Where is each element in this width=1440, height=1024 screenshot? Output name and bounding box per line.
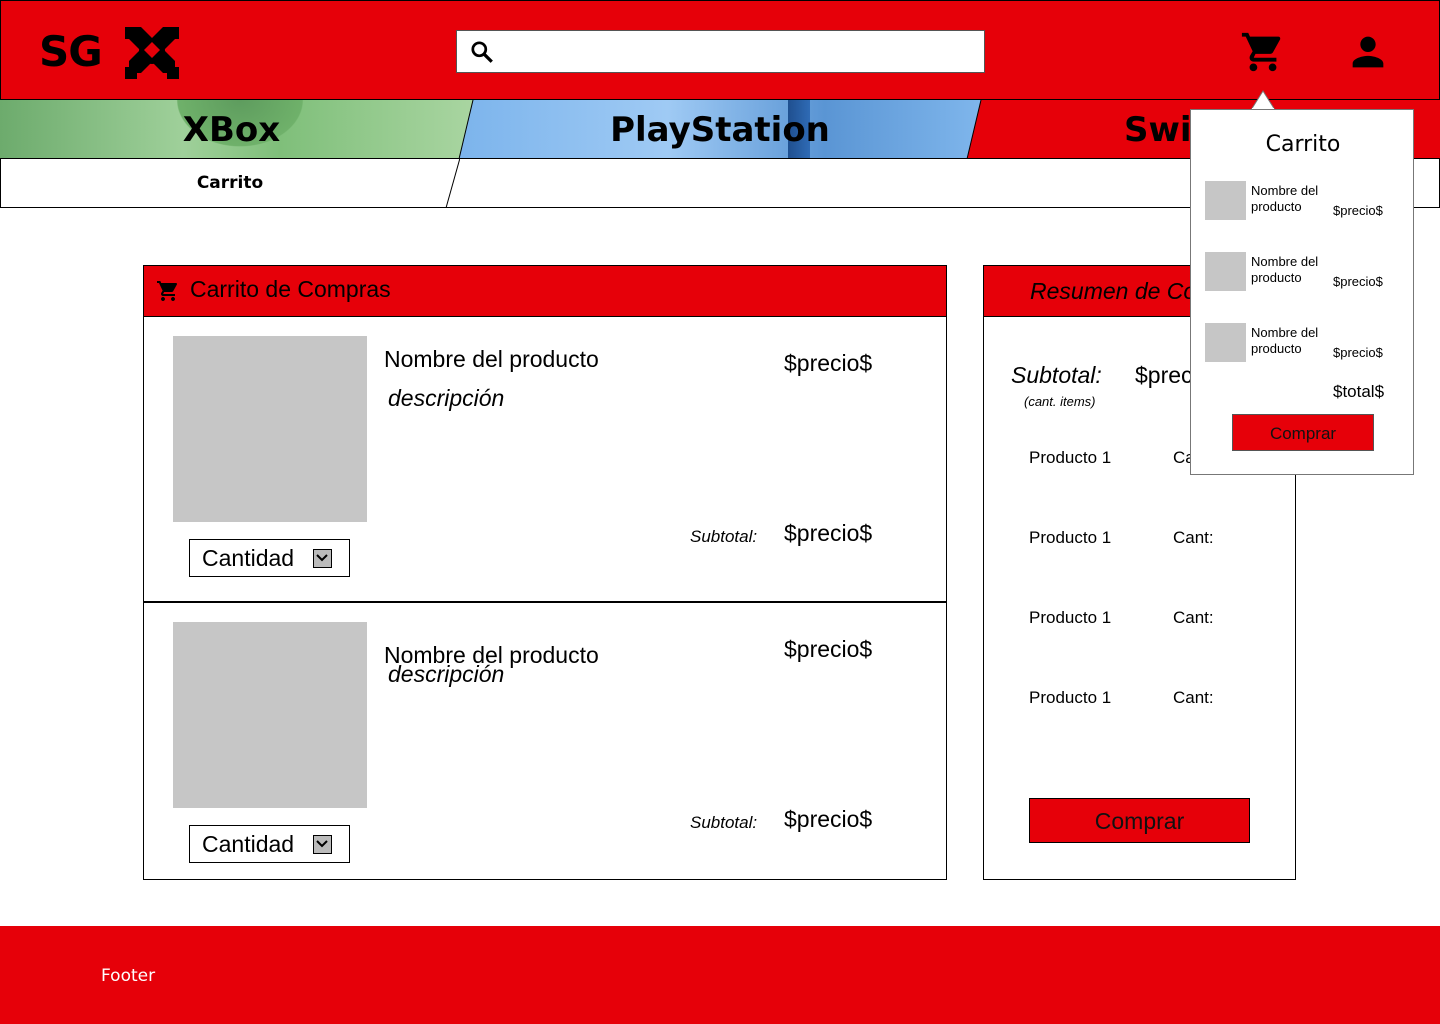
category-label: Swi [1124, 109, 1192, 150]
product-subtotal: $precio$ [784, 806, 873, 832]
product-price: $precio$ [784, 350, 873, 376]
summary-row-product: Producto 1 [1029, 528, 1112, 547]
cart-item-divider [143, 601, 947, 603]
product-image[interactable] [173, 336, 367, 522]
subtotal-label: Subtotal: [690, 813, 758, 832]
summary-row-qty: Cant: [1173, 688, 1214, 707]
cart-icon[interactable] [1239, 29, 1287, 75]
popover-total: $total$ [1333, 382, 1385, 401]
quantity-select[interactable]: Cantidad [189, 539, 350, 577]
chevron-down-icon[interactable] [313, 835, 332, 854]
popover-product-name[interactable]: Nombre del producto [1251, 325, 1331, 357]
cart-popover: Carrito Nombre del producto $precio$ Nom… [1190, 109, 1414, 475]
product-price: $precio$ [784, 636, 873, 662]
summary-subtotal-value: $prec [1135, 362, 1193, 388]
category-label: XBox [182, 109, 281, 150]
user-icon[interactable] [1344, 29, 1392, 75]
summary-items-count: (cant. items) [1024, 394, 1096, 409]
quantity-label: Cantidad [202, 545, 295, 571]
summary-row-product: Producto 1 [1029, 688, 1112, 707]
top-header: SG [0, 0, 1440, 100]
breadcrumb[interactable]: Carrito [0, 158, 460, 208]
popover-buy-button[interactable]: Comprar [1232, 414, 1374, 451]
category-xbox[interactable]: XBox [0, 100, 473, 159]
search-input[interactable] [456, 30, 985, 73]
order-summary-title: Resumen de Co [1030, 278, 1197, 304]
product-description: descripción [388, 385, 505, 411]
popover-product-price: $precio$ [1333, 203, 1383, 218]
product-description: descripción [388, 661, 505, 687]
popover-product-image[interactable] [1205, 252, 1246, 291]
cart-icon [157, 281, 177, 301]
popover-product-price: $precio$ [1333, 345, 1383, 360]
category-separator [966, 100, 982, 159]
chevron-down-icon[interactable] [313, 549, 332, 568]
category-playstation[interactable]: PlayStation [459, 100, 981, 159]
popover-title: Carrito [1265, 132, 1341, 157]
category-label: PlayStation [610, 109, 830, 150]
cart-panel-title: Carrito de Compras [190, 276, 391, 302]
popover-product-price: $precio$ [1333, 274, 1383, 289]
search-icon[interactable] [469, 39, 495, 65]
popover-product-name[interactable]: Nombre del producto [1251, 183, 1331, 215]
popover-product-image[interactable] [1205, 323, 1246, 362]
product-image[interactable] [173, 622, 367, 808]
subtotal-label: Subtotal: [690, 527, 758, 546]
summary-row-product: Producto 1 [1029, 608, 1112, 627]
category-separator [458, 100, 474, 159]
footer-text: Footer [101, 966, 156, 986]
breadcrumb-separator [445, 158, 460, 208]
buy-button[interactable]: Comprar [1029, 798, 1250, 843]
product-name[interactable]: Nombre del producto [384, 346, 599, 373]
popover-arrow [1251, 90, 1275, 110]
summary-subtotal-label: Subtotal: [1011, 362, 1102, 388]
popover-product-image[interactable] [1205, 181, 1246, 220]
cart-panel-header: Carrito de Compras [143, 265, 947, 317]
summary-row-product: Producto 1 [1029, 448, 1112, 467]
popover-product-name[interactable]: Nombre del producto [1251, 254, 1331, 286]
quantity-label: Cantidad [202, 831, 295, 857]
product-subtotal: $precio$ [784, 520, 873, 546]
footer: Footer [0, 926, 1440, 1024]
logo-text[interactable]: SG [39, 27, 103, 76]
quantity-select[interactable]: Cantidad [189, 825, 350, 863]
logo-mark-icon[interactable] [125, 27, 179, 79]
summary-row-qty: Cant: [1173, 608, 1214, 627]
summary-row-qty: Cant: [1173, 528, 1214, 547]
